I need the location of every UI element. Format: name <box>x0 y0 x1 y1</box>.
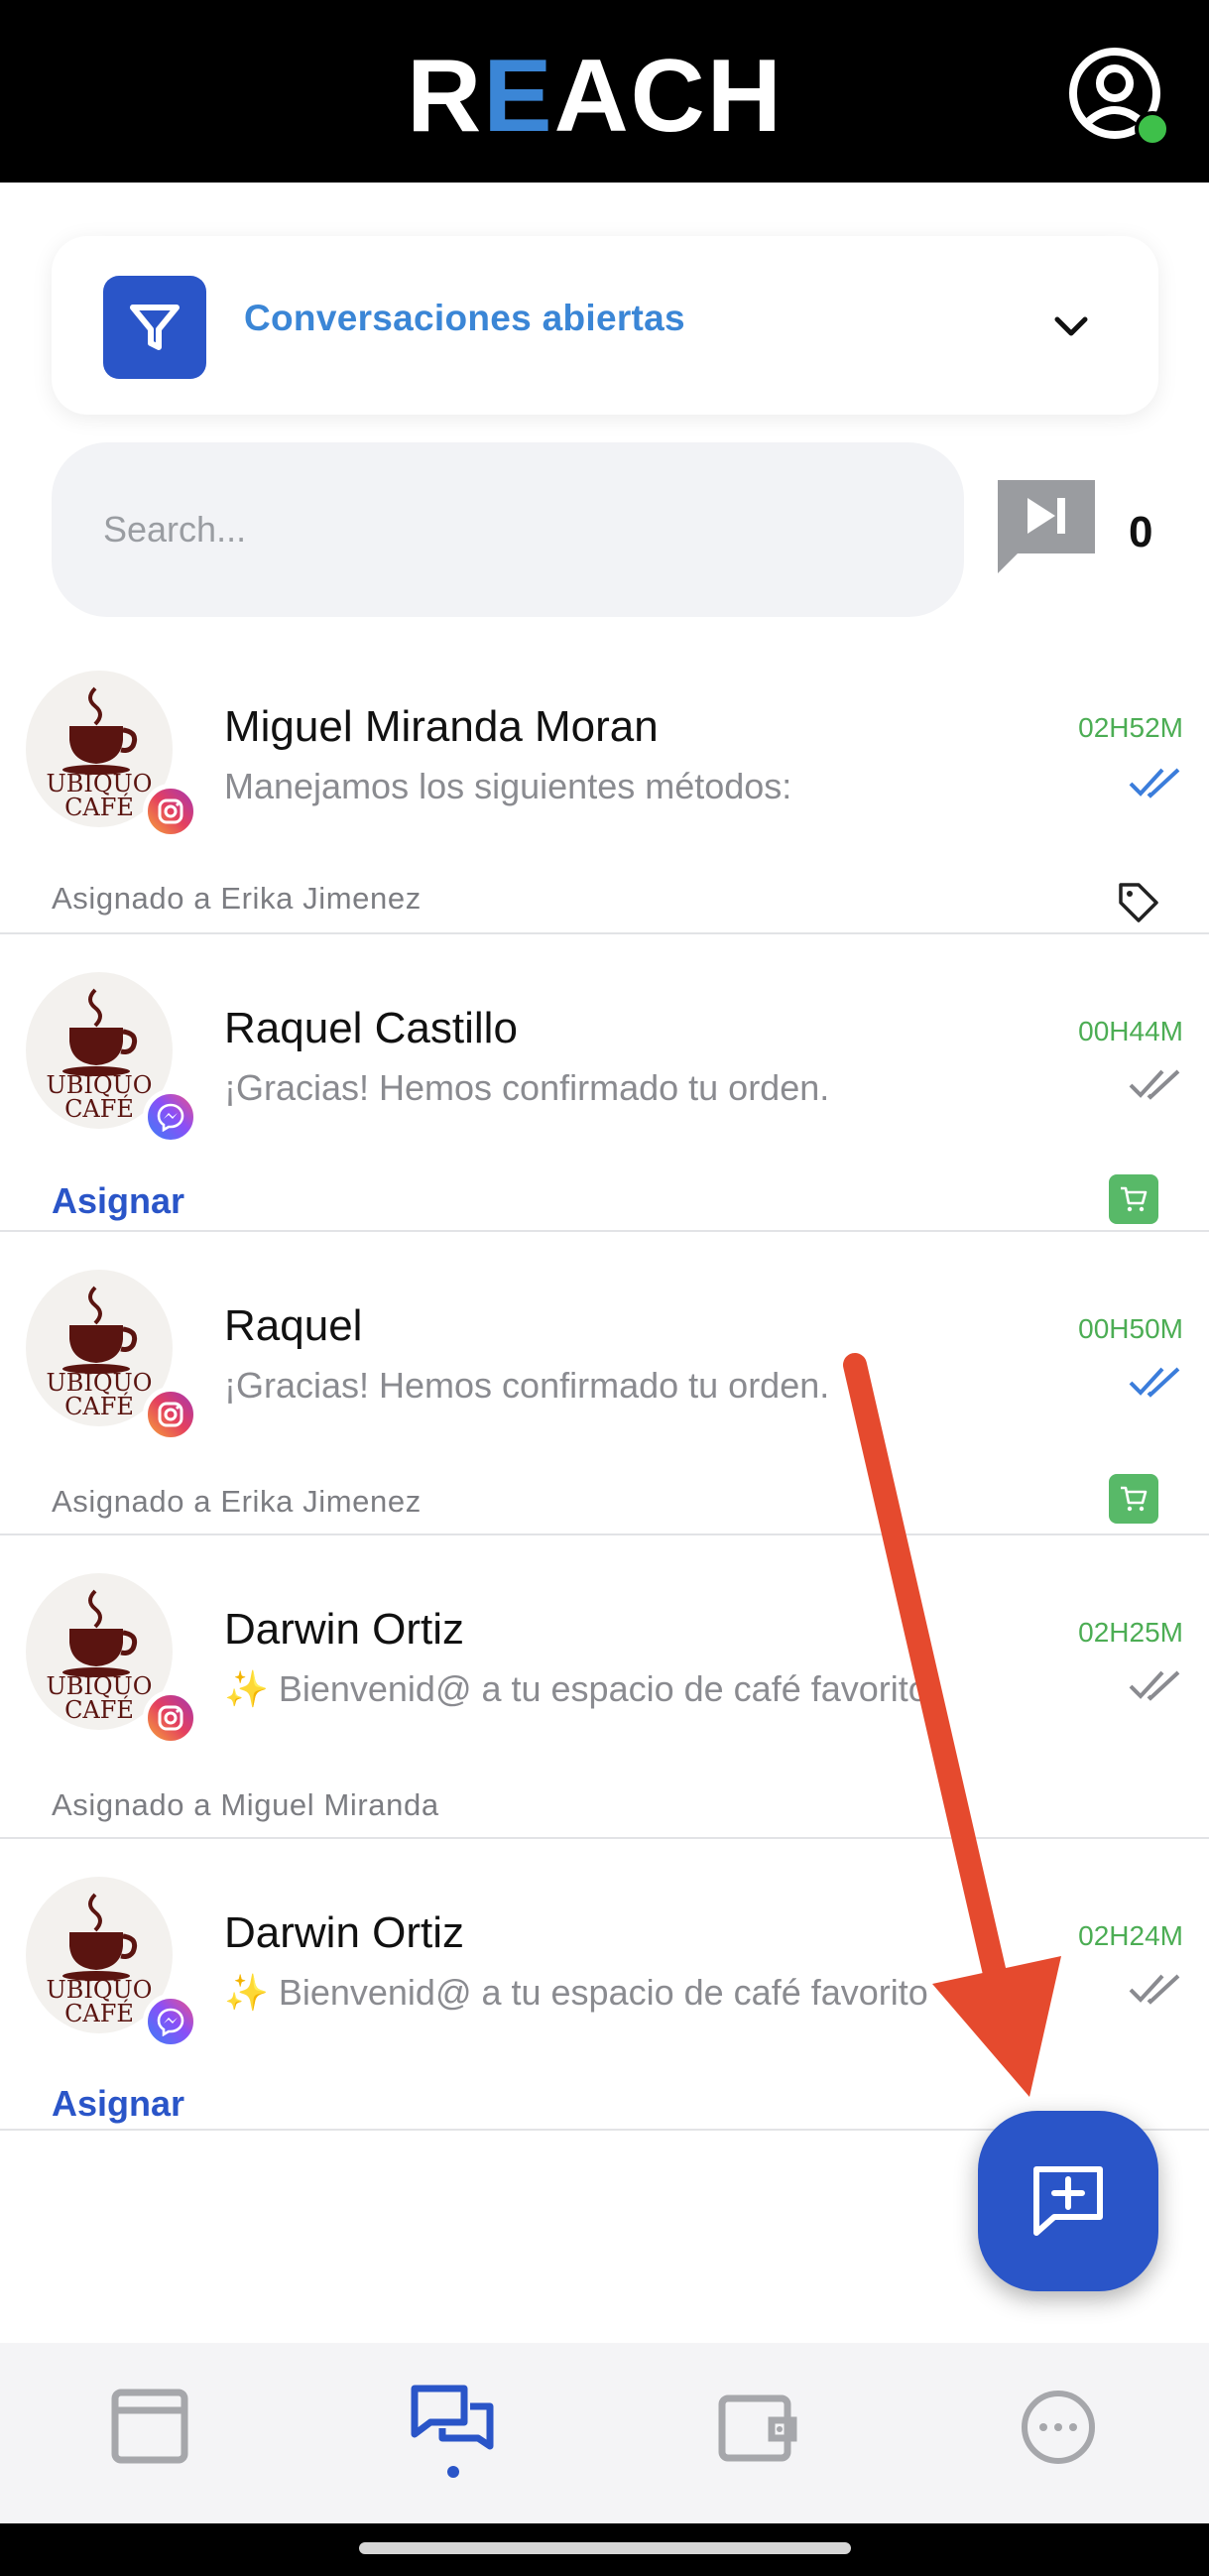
assigned-to: Asignado a Erika Jimenez <box>52 1484 422 1519</box>
assigned-to: Asignado a Erika Jimenez <box>52 881 422 916</box>
wallet-icon[interactable] <box>712 2383 801 2472</box>
conversation-row[interactable]: UBIQUO CAFÉ Darwin Ortiz ✨ Bienvenid@ a … <box>0 1841 1209 2131</box>
skip-next-icon[interactable] <box>996 478 1097 577</box>
chat-bubbles-icon[interactable] <box>409 2383 498 2472</box>
window-icon[interactable] <box>105 2383 194 2472</box>
last-message: ✨ Bienvenid@ a tu espacio de café favori… <box>224 1972 928 2013</box>
cart-icon[interactable] <box>1109 1474 1158 1524</box>
instagram-icon <box>143 1387 198 1442</box>
queue-count: 0 <box>1129 508 1153 556</box>
messenger-icon <box>143 1994 198 2049</box>
new-message-icon <box>1033 2166 1103 2236</box>
search-input[interactable] <box>52 442 964 617</box>
svg-text:CAFÉ: CAFÉ <box>64 1999 134 2027</box>
instagram-icon <box>143 784 198 839</box>
last-message: ¡Gracias! Hemos confirmado tu orden. <box>224 1067 830 1108</box>
conversation-row[interactable]: UBIQUO CAFÉ Raquel Castillo ¡Gracias! He… <box>0 936 1209 1232</box>
instagram-icon <box>143 1690 198 1746</box>
last-message: Manejamos los siguientes métodos: <box>224 766 792 806</box>
assign-button[interactable]: Asignar <box>52 2083 184 2125</box>
reach-logo: REACH <box>407 44 784 143</box>
elapsed-time: 02H25M <box>1078 1617 1183 1648</box>
conversation-filter[interactable]: Conversaciones abiertas <box>52 236 1158 415</box>
app-header: REACH <box>0 0 1209 183</box>
double-check-icon <box>1129 1670 1180 1701</box>
assigned-to: Asignado a Miguel Miranda <box>52 1787 439 1822</box>
filter-label: Conversaciones abiertas <box>244 298 685 338</box>
svg-text:CAFÉ: CAFÉ <box>64 793 134 821</box>
double-check-icon <box>1129 1367 1180 1398</box>
bottom-navigation <box>0 2343 1209 2523</box>
tag-icon[interactable] <box>1115 879 1160 924</box>
assign-button[interactable]: Asignar <box>52 1180 184 1222</box>
home-indicator[interactable] <box>359 2542 851 2554</box>
messenger-icon <box>143 1089 198 1145</box>
online-status-dot <box>1135 111 1170 147</box>
contact-name: Raquel Castillo <box>224 1004 518 1052</box>
contact-name: Darwin Ortiz <box>224 1908 465 1957</box>
more-icon[interactable] <box>1014 2383 1103 2472</box>
last-message: ✨ Bienvenid@ a tu espacio de café favori… <box>224 1668 928 1709</box>
double-check-icon <box>1129 1069 1180 1100</box>
conversation-row[interactable]: UBIQUO CAFÉ Miguel Miranda Moran Manejam… <box>0 655 1209 934</box>
conversation-row[interactable]: UBIQUO CAFÉ Darwin Ortiz ✨ Bienvenid@ a … <box>0 1537 1209 1839</box>
active-indicator <box>447 2466 459 2478</box>
chevron-down-icon[interactable] <box>1047 304 1095 351</box>
elapsed-time: 02H24M <box>1078 1920 1183 1951</box>
contact-name: Miguel Miranda Moran <box>224 702 659 751</box>
elapsed-time: 00H44M <box>1078 1016 1183 1046</box>
svg-text:CAFÉ: CAFÉ <box>64 1392 134 1420</box>
svg-text:REACH: REACH <box>407 44 784 143</box>
new-conversation-button[interactable] <box>978 2111 1158 2291</box>
last-message: ¡Gracias! Hemos confirmado tu orden. <box>224 1365 830 1406</box>
contact-name: Raquel <box>224 1301 363 1350</box>
svg-text:CAFÉ: CAFÉ <box>64 1695 134 1724</box>
elapsed-time: 00H50M <box>1078 1313 1183 1344</box>
double-check-icon <box>1129 1974 1180 2005</box>
double-check-icon <box>1129 768 1180 798</box>
conversation-row[interactable]: UBIQUO CAFÉ Raquel ¡Gracias! Hemos confi… <box>0 1234 1209 1535</box>
contact-name: Darwin Ortiz <box>224 1605 465 1654</box>
filter-icon <box>103 276 206 379</box>
elapsed-time: 02H52M <box>1078 712 1183 743</box>
cart-icon[interactable] <box>1109 1174 1158 1224</box>
svg-text:CAFÉ: CAFÉ <box>64 1094 134 1123</box>
